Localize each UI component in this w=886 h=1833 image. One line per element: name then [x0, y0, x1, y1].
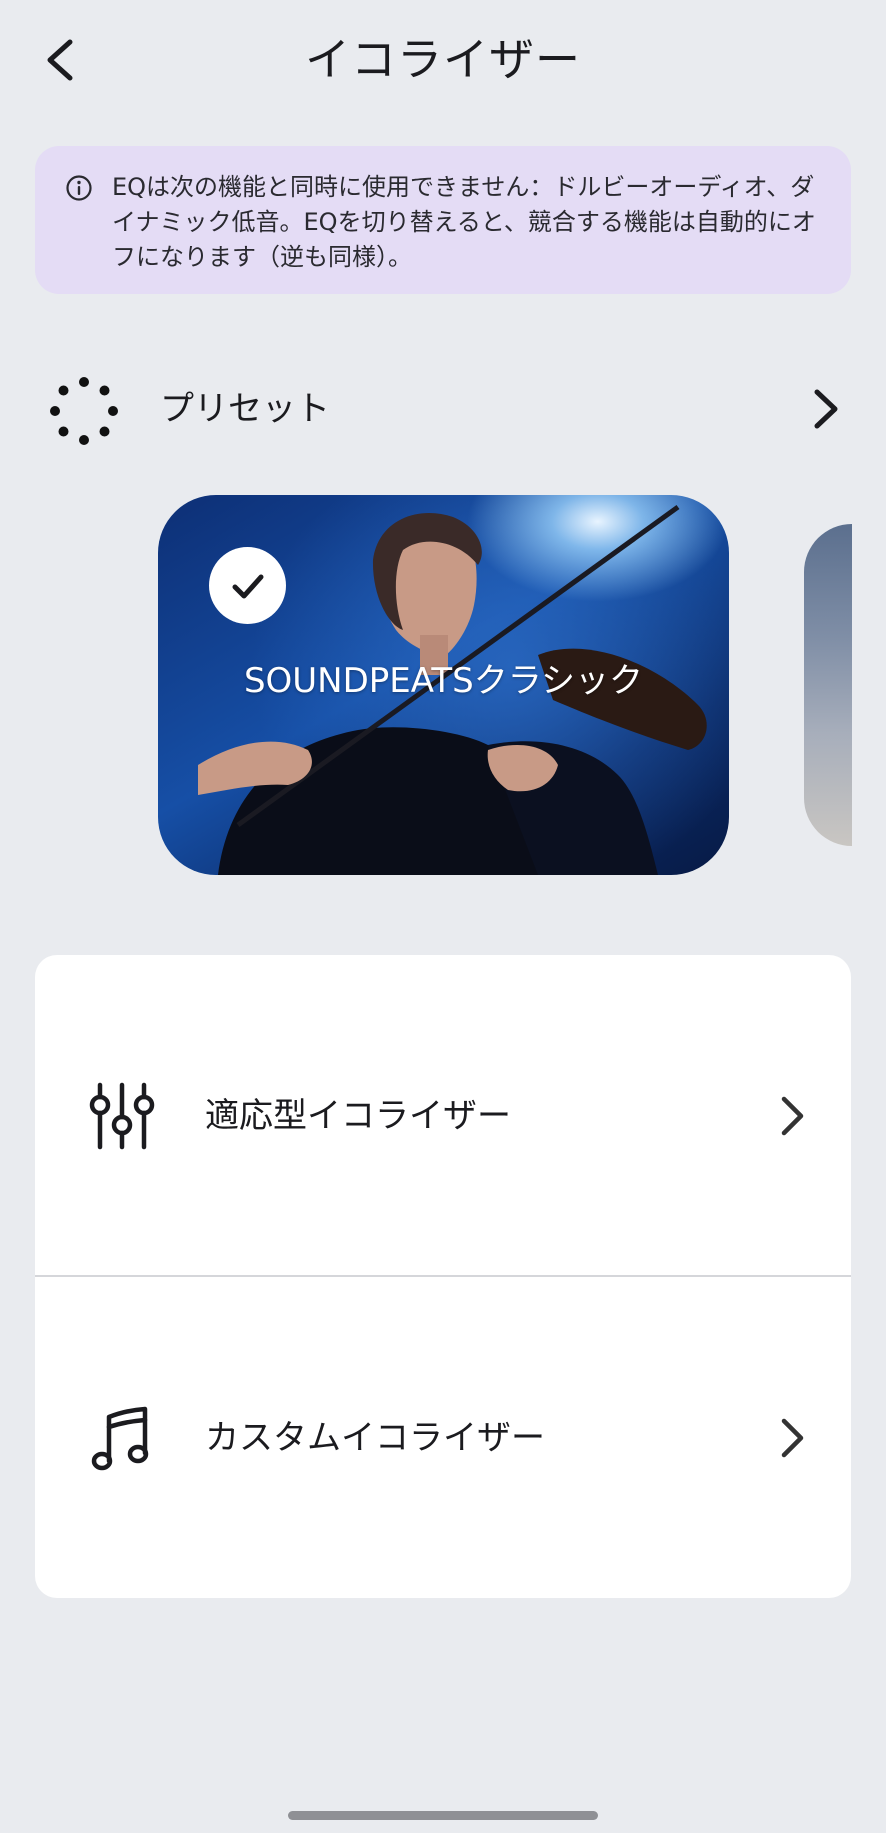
notice-text: EQは次の機能と同時に使用できません：ドルビーオーディオ、ダイナミック低音。EQ… [112, 173, 816, 271]
preset-card-next[interactable] [804, 524, 852, 846]
preset-label: プリセット [160, 389, 330, 429]
check-icon [232, 574, 264, 599]
chevron-right-icon [781, 1096, 804, 1136]
preset-card-classic[interactable]: SOUNDPEATSクラシック [158, 495, 729, 875]
menu-item-label: 適応型イコライザー [205, 1096, 511, 1136]
preset-card-label: SOUNDPEATSクラシック [243, 661, 644, 701]
equalizer-sliders-icon [89, 1082, 155, 1150]
chevron-right-icon [781, 1418, 804, 1458]
menu-item-adaptive-eq[interactable]: 適応型イコライザー [35, 955, 851, 1275]
menu-item-label: カスタムイコライザー [205, 1418, 545, 1458]
eq-conflict-notice: EQは次の機能と同時に使用できません：ドルビーオーディオ、ダイナミック低音。EQ… [35, 146, 851, 294]
menu-item-custom-eq[interactable]: カスタムイコライザー [35, 1277, 851, 1597]
page-title: イコライザー [304, 33, 581, 86]
preset-row[interactable]: プリセット [35, 364, 851, 454]
header-bar: イコライザー [0, 0, 886, 125]
eq-menu-card: 適応型イコライザー カスタムイコライザー [35, 955, 851, 1598]
music-note-icon [91, 1406, 149, 1471]
preset-dots-icon [50, 377, 118, 445]
selected-check-badge [209, 547, 286, 624]
chevron-right-icon [814, 389, 838, 429]
home-indicator[interactable] [288, 1811, 598, 1820]
info-icon [66, 175, 92, 201]
